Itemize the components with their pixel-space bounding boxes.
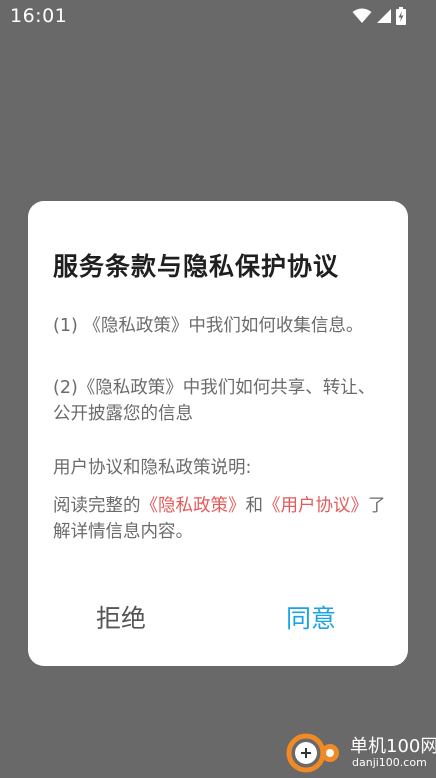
dialog-title: 服务条款与隐私保护协议 (53, 252, 340, 281)
status-bar: 16:01 (0, 0, 436, 32)
watermark-name: 单机100网 (350, 736, 436, 757)
read-prefix: 阅读完整的 (53, 496, 141, 516)
read-and: 和 (245, 496, 264, 516)
status-icons (352, 7, 406, 25)
watermark: 单机100网 danji100.com (286, 730, 436, 775)
status-time: 16:01 (10, 5, 68, 27)
agreement-heading: 用户协议和隐私政策说明: (53, 458, 252, 478)
wifi-icon (352, 8, 372, 24)
user-agreement-link[interactable]: 《用户协议》 (263, 496, 368, 516)
watermark-logo-icon (286, 732, 346, 778)
cellular-signal-icon (376, 8, 392, 24)
clause-collect-info: (1) 《隐私政策》中我们如何收集信息。 (53, 316, 364, 336)
agree-button[interactable]: 同意 (286, 599, 336, 639)
privacy-policy-link[interactable]: 《隐私政策》 (141, 496, 246, 516)
read-full-text: 阅读完整的《隐私政策》和《用户协议》了解详情信息内容。 (53, 493, 388, 545)
watermark-domain: danji100.com (352, 756, 427, 769)
clause-share-info: (2)《隐私政策》中我们如何共享、转让、公开披露您的信息 (53, 378, 376, 424)
reject-button[interactable]: 拒绝 (96, 599, 146, 639)
privacy-dialog: 服务条款与隐私保护协议 (1) 《隐私政策》中我们如何收集信息。 (2)《隐私政… (28, 201, 408, 666)
battery-charging-icon (396, 7, 406, 25)
